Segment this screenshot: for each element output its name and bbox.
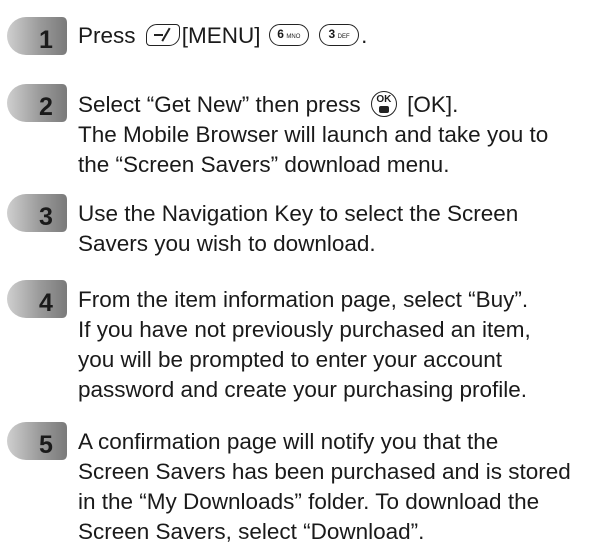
step-number-badge: 5: [6, 420, 68, 462]
step-text-segment: [MENU]: [181, 23, 261, 48]
step-text-segment: Press: [78, 23, 136, 48]
step-text-segment: Select “Get New” then press: [78, 92, 361, 117]
step-number: 1: [39, 26, 53, 54]
step-text: Press [MENU] 6 MNO 3 DEF.: [78, 21, 608, 51]
menu-key-icon: [145, 24, 180, 47]
step-text-line: in the “My Downloads” folder. To downloa…: [78, 489, 540, 514]
step-text-line: A confirmation page will notify you that…: [78, 429, 499, 454]
step-text-segment: [OK].: [407, 92, 459, 117]
step-text-segment: .: [361, 23, 368, 48]
step-number-badge: 1: [6, 15, 68, 57]
step-text-line: Select “Get New” then press OK [OK].: [78, 90, 608, 120]
step-text: From the item information page, select “…: [78, 285, 608, 405]
step-text-line: The Mobile Browser will launch and take …: [78, 122, 549, 147]
step-number: 5: [39, 431, 53, 459]
step-number: 2: [39, 93, 53, 121]
step-text-line: password and create your purchasing prof…: [78, 377, 528, 402]
step-text-line: Use the Navigation Key to select the Scr…: [78, 201, 519, 226]
step-text-line: Screen Savers, select “Download”.: [78, 519, 425, 544]
step-text: Select “Get New” then press OK [OK]. The…: [78, 90, 608, 180]
step-text: Use the Navigation Key to select the Scr…: [78, 199, 608, 259]
step-number-badge: 3: [6, 192, 68, 234]
step-number-badge: 2: [6, 82, 68, 124]
step-text-line: If you have not previously purchased an …: [78, 317, 531, 342]
step-text-line: the “Screen Savers” download menu.: [78, 152, 450, 177]
step-text-line: you will be prompted to enter your accou…: [78, 347, 502, 372]
ok-key-icon: OK: [370, 91, 397, 118]
step-number-badge: 4: [6, 278, 68, 320]
step-text-line: Screen Savers has been purchased and is …: [78, 459, 571, 484]
step-text-line: Savers you wish to download.: [78, 231, 376, 256]
step-text: A confirmation page will notify you that…: [78, 427, 608, 547]
step-number: 4: [39, 289, 53, 317]
key-3-def-icon: 3 DEF: [319, 24, 360, 47]
key-6-mno-icon: 6 MNO: [268, 24, 309, 47]
step-number: 3: [39, 203, 53, 231]
step-text-line: From the item information page, select “…: [78, 287, 529, 312]
